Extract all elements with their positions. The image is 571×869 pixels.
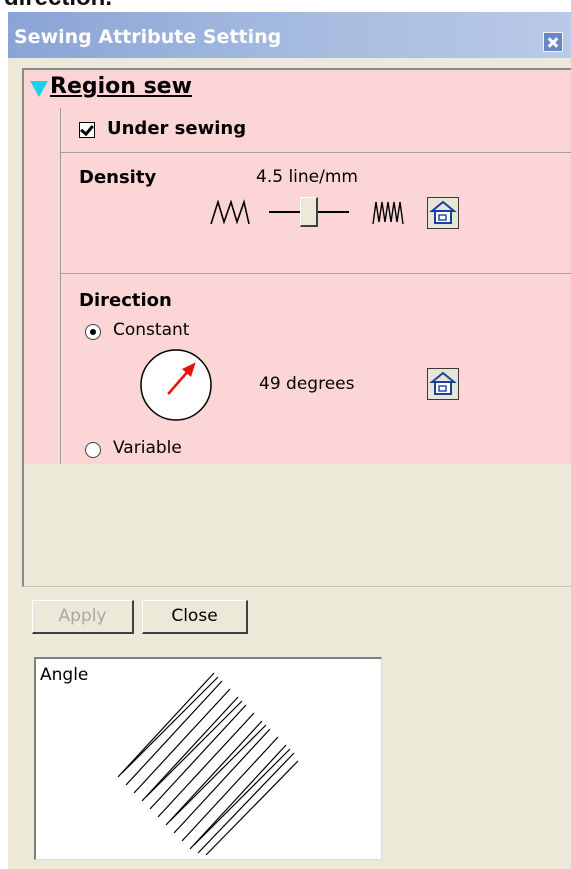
close-button[interactable]: Close <box>142 600 248 634</box>
sparse-zigzag-icon <box>210 199 250 225</box>
under-sewing-section: Under sewing <box>60 108 571 153</box>
region-sew-link[interactable]: Region sew <box>50 74 192 99</box>
constant-radio[interactable] <box>85 324 101 340</box>
dense-zigzag-icon <box>372 201 404 225</box>
settings-empty-area <box>22 464 571 587</box>
variable-label: Variable <box>113 438 182 458</box>
triangle-down-icon[interactable] <box>30 81 48 97</box>
under-sewing-checkbox[interactable] <box>79 122 95 138</box>
cropped-caption-label: direction. <box>4 0 112 12</box>
title-bar[interactable]: Sewing Attribute Setting <box>8 12 571 58</box>
window-title: Sewing Attribute Setting <box>14 26 282 48</box>
region-sew-panel: Region sew Under sewing Density 4.5 line… <box>22 68 571 466</box>
density-default-home-icon[interactable] <box>427 197 459 229</box>
under-sewing-label: Under sewing <box>107 118 247 139</box>
density-value: 4.5 line/mm <box>256 167 358 187</box>
direction-section: Direction Constant 49 degrees Variable <box>60 274 571 466</box>
cropped-caption-text: direction. <box>0 0 571 12</box>
direction-default-home-icon[interactable] <box>427 368 459 400</box>
constant-label: Constant <box>113 320 190 340</box>
angle-stitch-preview <box>117 672 299 856</box>
density-label: Density <box>79 167 157 188</box>
slider-thumb[interactable] <box>300 197 318 227</box>
density-section: Density 4.5 line/mm <box>60 153 571 274</box>
close-icon[interactable] <box>543 32 563 52</box>
density-slider[interactable] <box>269 195 349 229</box>
variable-radio[interactable] <box>85 442 101 458</box>
direction-angle-value: 49 degrees <box>259 374 355 394</box>
angle-dial-icon[interactable] <box>139 348 213 422</box>
angle-preview-box: Angle <box>34 657 382 860</box>
sewing-attribute-dialog: Sewing Attribute Setting Region sew Unde… <box>8 12 571 869</box>
apply-button[interactable]: Apply <box>32 600 134 634</box>
direction-label: Direction <box>79 290 172 311</box>
